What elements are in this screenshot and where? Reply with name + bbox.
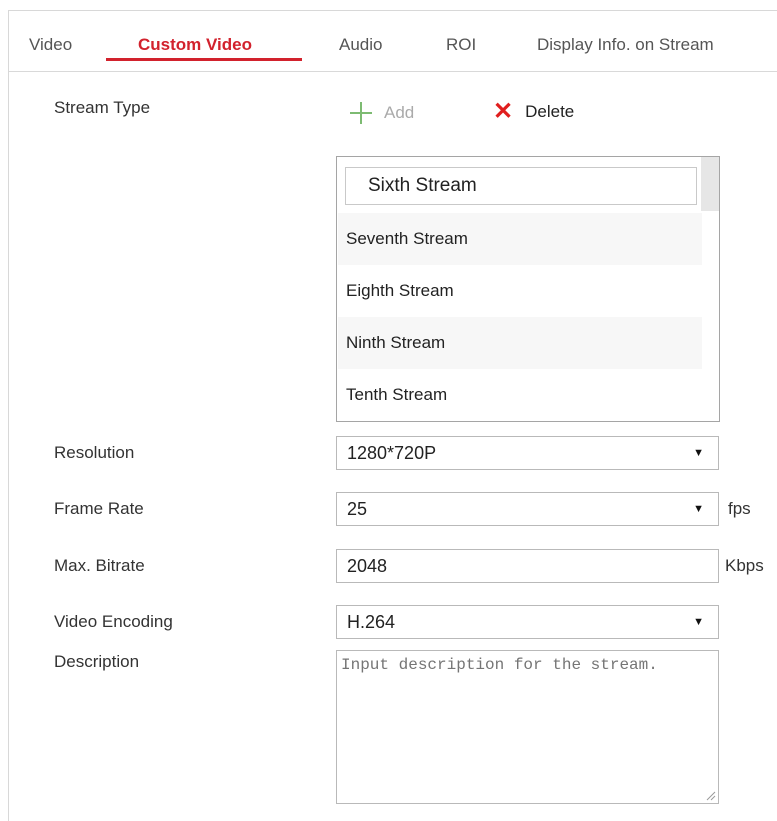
tab-video[interactable]: Video — [29, 35, 72, 55]
frame-rate-select[interactable]: 25 ▼ — [336, 492, 719, 526]
triangle-down-icon: ▼ — [693, 616, 704, 628]
list-item-tenth-stream[interactable]: Tenth Stream — [338, 369, 702, 421]
x-icon: ✕ — [493, 98, 514, 125]
max-bitrate-label: Max. Bitrate — [54, 556, 145, 575]
frame-rate-label: Frame Rate — [54, 499, 144, 518]
tab-bar: Video Custom Video Audio ROI Display Inf… — [9, 11, 777, 72]
stream-type-label: Stream Type — [54, 98, 151, 117]
triangle-down-icon: ▼ — [693, 447, 704, 459]
video-encoding-label: Video Encoding — [54, 612, 173, 631]
resize-handle-icon[interactable] — [704, 789, 716, 801]
tab-audio[interactable]: Audio — [339, 35, 382, 55]
stream-type-list[interactable]: Sixth Stream Seventh Stream Eighth Strea… — [336, 156, 720, 422]
description-label: Description — [54, 652, 140, 671]
list-scrollbar[interactable] — [701, 157, 719, 211]
stream-type-selected[interactable]: Sixth Stream — [345, 167, 697, 205]
frame-rate-value: 25 — [347, 499, 368, 519]
video-encoding-value: H.264 — [347, 612, 396, 632]
resolution-select[interactable]: 1280*720P ▼ — [336, 436, 719, 470]
triangle-down-icon: ▼ — [693, 503, 704, 515]
active-tab-indicator — [106, 58, 302, 61]
description-textarea[interactable] — [336, 650, 719, 804]
plus-icon — [350, 102, 372, 124]
list-item-seventh-stream[interactable]: Seventh Stream — [338, 213, 702, 265]
add-label: Add — [384, 103, 415, 122]
video-encoding-select[interactable]: H.264 ▼ — [336, 605, 719, 639]
resolution-value: 1280*720P — [347, 443, 437, 463]
max-bitrate-input[interactable]: 2048 — [336, 549, 719, 583]
delete-label: Delete — [525, 102, 575, 121]
resolution-label: Resolution — [54, 443, 135, 462]
tab-roi[interactable]: ROI — [446, 35, 476, 55]
add-button[interactable]: Add — [350, 102, 414, 124]
frame-rate-unit: fps — [728, 499, 751, 518]
tab-display-info[interactable]: Display Info. on Stream — [537, 35, 714, 55]
tab-custom-video[interactable]: Custom Video — [138, 35, 252, 55]
max-bitrate-unit: Kbps — [725, 556, 764, 575]
list-item-ninth-stream[interactable]: Ninth Stream — [338, 317, 702, 369]
delete-button[interactable]: ✕ Delete — [493, 98, 575, 125]
list-item-eighth-stream[interactable]: Eighth Stream — [338, 265, 702, 317]
